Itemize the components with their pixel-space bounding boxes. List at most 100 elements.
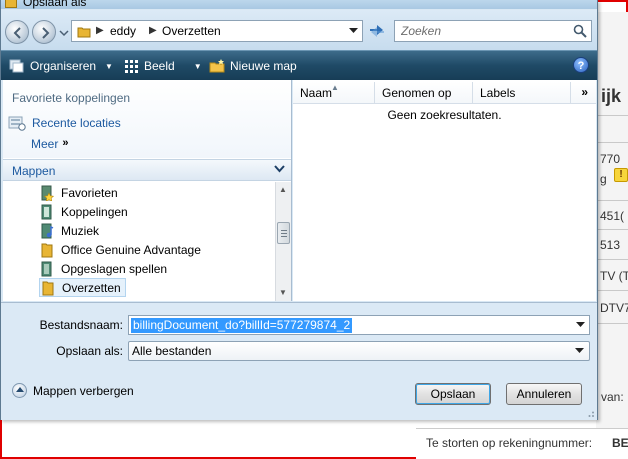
bg-bottom-strip: Te storten op rekeningnummer: BE [416,428,628,459]
save-form: Bestandsnaam: billingDocument_do?billId=… [1,302,597,420]
filename-value[interactable]: billingDocument_do?billId=577279874_2 [131,318,353,333]
chevron-down-icon[interactable] [274,165,285,173]
forward-button[interactable] [32,20,56,44]
bg-text-fragment: ijk [601,86,622,106]
save-as-dialog: Opslaan als ▶ eddy ▶ Overzetten Zoeken O… [0,0,598,420]
tree-item-label: Office Genuine Advantage [61,242,201,257]
double-chevron-right-icon: » [62,137,69,149]
tree-item-office-genuine-advantage[interactable]: Office Genuine Advantage [39,240,201,259]
breadcrumb-separator-icon[interactable]: ▶ [149,25,157,36]
more-label: Meer [31,137,59,151]
view-button[interactable]: Beeld ▼ [120,56,206,76]
bg-divider [597,229,628,230]
back-arrow-icon [13,27,21,39]
save-type-label: Opslaan als: [56,344,123,358]
bg-text-fragment: 513 [600,238,621,252]
chevron-down-icon: ▼ [105,61,113,71]
tree-item-overzetten[interactable]: Overzetten [39,278,126,297]
organize-icon [9,59,24,73]
favorite-links-section: Favoriete koppelingen Recente locaties M… [3,80,291,158]
scroll-down-icon[interactable]: ▼ [279,288,287,297]
folder-icon [41,243,53,257]
command-toolbar: Organiseren ▼ Beeld ▼ Nieuwe map ? [1,50,597,80]
sort-ascending-icon: ▲ [331,83,339,92]
chevron-down-icon: ▼ [193,61,202,71]
star-folder-icon [41,185,55,201]
games-folder-icon [41,261,52,276]
bg-text-fragment: 451( [600,209,625,223]
more-links[interactable]: Meer » [31,137,68,151]
tree-item-favorieten[interactable]: Favorieten [39,183,118,202]
folder-tree-scrollbar[interactable]: ▲ ▼ [275,182,291,301]
column-header-label: Labels [480,86,516,100]
breadcrumb-eddy[interactable]: eddy [110,24,136,38]
refresh-button[interactable] [365,20,389,42]
more-columns-button[interactable]: » [581,85,588,99]
folder-tree: Favorieten Koppelingen Muziek Office Gen… [3,182,275,301]
column-header-label: Genomen op [382,86,452,100]
tree-item-label: Muziek [61,223,100,238]
chevron-down-icon[interactable] [349,28,358,34]
column-header-label: Naam [300,86,333,100]
breadcrumb-separator-icon[interactable]: ▶ [96,25,104,36]
bg-divider [597,323,628,324]
recent-pages-dropdown-icon[interactable] [59,28,69,38]
chevron-up-icon [12,383,27,398]
filename-field[interactable]: billingDocument_do?billId=577279874_2 [128,315,590,335]
column-header-labels[interactable]: Labels [473,82,571,104]
new-folder-label: Nieuwe map [230,59,297,73]
view-label: Beeld [144,59,175,73]
bg-text-fragment: 770 [600,152,621,166]
title-bar[interactable]: Opslaan als [1,0,597,9]
dialog-title-icon [5,0,17,8]
address-row: ▶ eddy ▶ Overzetten [1,10,597,50]
scrollbar-thumb[interactable] [277,222,290,244]
view-grid-icon [125,60,138,73]
music-folder-icon [41,223,54,238]
breadcrumb-overzetten[interactable]: Overzetten [162,24,221,38]
favorite-links-heading: Favoriete koppelingen [12,91,131,105]
chevron-down-icon[interactable] [575,348,584,354]
bg-account-label: Te storten op rekeningnummer: [426,436,593,450]
folder-icon [42,281,54,295]
save-type-select[interactable]: Alle bestanden [128,341,590,361]
organize-button[interactable]: Organiseren ▼ [5,56,117,76]
search-icon[interactable] [573,24,587,38]
search-input[interactable] [399,23,567,39]
bg-account-prefix: BE [612,436,628,450]
save-button[interactable]: Opslaan [415,383,491,405]
bg-divider [597,259,628,260]
hide-folders-toggle[interactable]: Mappen verbergen [12,383,134,398]
bg-divider [597,290,628,291]
organize-label: Organiseren [30,59,97,73]
address-bar[interactable]: ▶ eddy ▶ Overzetten [71,20,363,42]
folder-icon [77,27,91,38]
folders-header[interactable]: Mappen [3,159,291,181]
bg-divider [597,115,628,116]
help-button[interactable]: ? [573,57,589,73]
cancel-button[interactable]: Annuleren [506,383,582,405]
chevron-down-icon[interactable] [576,322,585,328]
column-header-genomen-op[interactable]: Genomen op [375,82,473,104]
resize-grip-icon[interactable] [585,408,595,418]
search-box[interactable] [394,20,592,42]
refresh-icon [370,25,384,37]
tree-item-muziek[interactable]: Muziek [39,221,99,240]
tree-item-koppelingen[interactable]: Koppelingen [39,202,128,221]
bg-text-fragment: g [600,172,607,186]
new-folder-icon [209,59,225,73]
new-folder-button[interactable]: Nieuwe map [205,56,301,76]
filename-label: Bestandsnaam: [39,318,123,332]
tree-item-label: Overzetten [62,280,121,295]
scroll-up-icon[interactable]: ▲ [279,185,287,194]
hide-folders-label: Mappen verbergen [33,383,134,398]
column-header-naam[interactable]: ▲ Naam [293,82,375,104]
tree-item-label: Koppelingen [61,204,128,219]
bg-text-fragment: DTV7 [600,301,628,315]
recent-locations-label: Recente locaties [32,116,121,130]
back-button[interactable] [5,20,29,44]
recent-locations-link[interactable]: Recente locaties [8,115,121,131]
file-list-header: ▲ Naam Genomen op Labels » [293,82,596,104]
tree-item-opgeslagen-spellen[interactable]: Opgeslagen spellen [39,259,167,278]
bg-text-fragment: TV (T [600,269,628,283]
